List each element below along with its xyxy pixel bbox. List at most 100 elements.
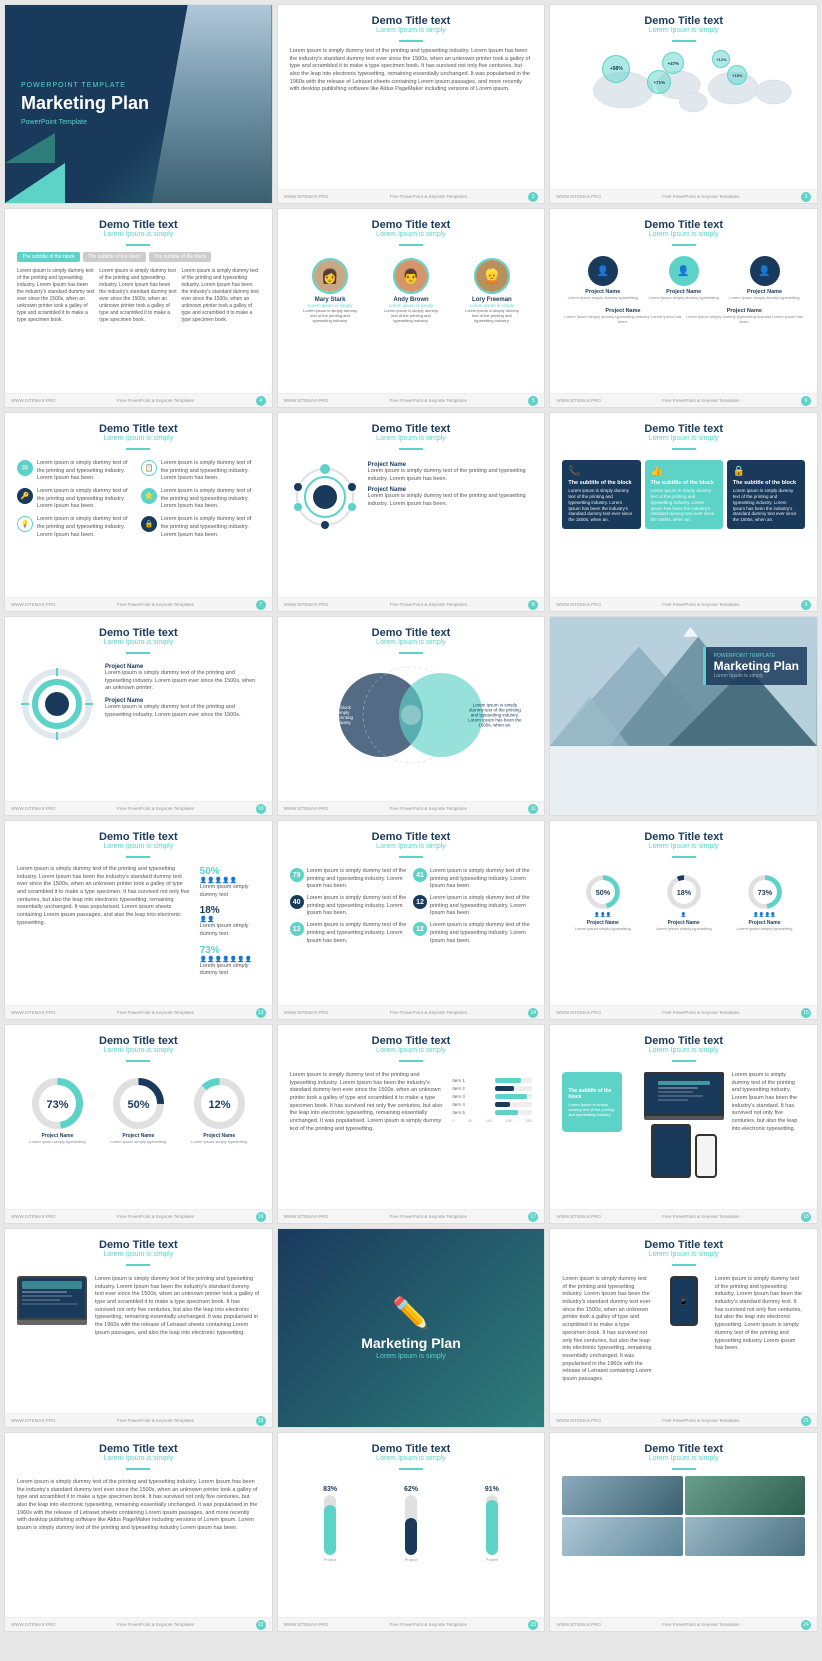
mountain-title: Marketing Plan: [714, 659, 799, 673]
slide-4-subtitle: Lorem Ipsum is simply: [17, 231, 260, 238]
donut-row: 50% 👤👤👤 Project Name Lorem ipsum simply …: [562, 872, 805, 931]
thermo-1: 83% Project: [323, 1486, 337, 1562]
devices: [644, 1072, 724, 1178]
phone-text-left: Lorem ipsum is simply dummy text of the …: [562, 1276, 652, 1384]
avatar-2: 👨: [393, 258, 429, 294]
img-cell-4: [685, 1517, 805, 1556]
slide-9-title: Demo Title text: [562, 423, 805, 435]
slide-15: Demo Title text Lorem Ipsum is simply 50…: [549, 820, 818, 1020]
num-item-5: 13 Lorem ipsum is simply dummy text of t…: [290, 922, 409, 945]
bar-text: Lorem ipsum is simply dummy text of the …: [290, 1072, 445, 1134]
donut-2: 18% 👤 Project Name Lorem ipsum simply ty…: [656, 872, 712, 931]
tab-2[interactable]: The subtitle of the block: [83, 252, 146, 262]
list-item-2: 📋 Lorem ipsum is simply dummy text of th…: [141, 460, 260, 483]
slide-2-title: Demo Title text: [290, 15, 533, 27]
phone-devices: 📱: [659, 1276, 709, 1384]
stat-row-2: 18% 👤👤 Lorem ipsum simply dummy text: [200, 905, 260, 938]
slide-16-title: Demo Title text: [17, 1035, 260, 1047]
slide-2: Demo Title text Lorem Ipsum is simply Lo…: [277, 4, 546, 204]
slide-21-footer: WWW.SITEMAX.PRO Free PowerPoint & Keynot…: [550, 1413, 817, 1427]
slide-4-footer: WWW.SITEMAX.PRO Free PowerPoint & Keynot…: [5, 393, 272, 407]
slide-16: Demo Title text Lorem Ipsum is simply 73…: [4, 1024, 273, 1224]
list-icon-4: ⭐: [141, 488, 157, 504]
circle-diagram-left: [290, 462, 360, 537]
stats-text: Lorem ipsum is simply dummy text of the …: [17, 866, 192, 978]
proj-member-4: Project Name Lorem ipsum simply dummy ty…: [562, 308, 683, 324]
diagram-text: Project Name Lorem ipsum is simply dummy…: [105, 664, 260, 749]
proj-avatar-1: 👤: [588, 256, 618, 286]
slide-7-subtitle: Lorem Ipsum is simply: [17, 435, 260, 442]
slide-24: Demo Title text Lorem Ipsum is simply WW…: [549, 1432, 818, 1632]
tab-1[interactable]: The subtitle of the block: [17, 252, 80, 262]
footer-website: WWW.SITEMAX.PRO: [556, 194, 601, 199]
slide-5: Demo Title text Lorem Ipsum is simply 👩 …: [277, 208, 546, 408]
slide-5-title: Demo Title text: [290, 219, 533, 231]
cards-row: 📞 The subtitle of the block Lorem ipsum …: [562, 460, 805, 529]
big-donut-2: 50% Project Name Lorem ipsum simply type…: [110, 1076, 166, 1144]
slide-16-footer: WWW.SITEMAX.PRO Free PowerPoint & Keynot…: [5, 1209, 272, 1223]
tab-content: Lorem ipsum is simply dummy text of the …: [17, 268, 260, 324]
slide-14: Demo Title text Lorem Ipsum is simply 79…: [277, 820, 546, 1020]
slide-19: Demo Title text Lorem Ipsum is simply: [4, 1228, 273, 1428]
slide-24-footer: WWW.SITEMAX.PRO Free PowerPoint & Keynot…: [550, 1617, 817, 1631]
slide-5-footer: WWW.SITEMAX.PRO Free PowerPoint & Keynot…: [278, 393, 545, 407]
slide-4-title: Demo Title text: [17, 219, 260, 231]
plan-sub: Lorem Ipsum is simply: [376, 1353, 446, 1360]
list-icon-3: 🔑: [17, 488, 33, 504]
slide-7: Demo Title text Lorem Ipsum is simply ✉ …: [4, 412, 273, 612]
slide-3: Demo Title text Lorem Ipsum is simply +9…: [549, 4, 818, 204]
slide-19-title: Demo Title text: [17, 1239, 260, 1251]
team-member-2: 👨 Andy Brown Lorem ipsum is simply Lorem…: [381, 258, 441, 324]
tab-col-2: Lorem ipsum is simply dummy text of the …: [99, 268, 177, 324]
big-donut-svg-1: 73%: [30, 1076, 85, 1131]
slide-9-footer: WWW.SITEMAX.PRO Free PowerPoint & Keynot…: [550, 597, 817, 611]
slide-20: ✏️ Marketing Plan Lorem Ipsum is simply: [277, 1228, 546, 1428]
stats-bars: 50% 👤👤👤👤👤 Lorem ipsum simply dummy text …: [200, 866, 260, 978]
svg-text:50%: 50%: [596, 888, 611, 897]
slide-8: Demo Title text Lorem Ipsum is simply: [277, 412, 546, 612]
list-item-6: 🔒 Lorem ipsum is simply dummy text of th…: [141, 516, 260, 539]
slide-22: Demo Title text Lorem Ipsum is simply Lo…: [4, 1432, 273, 1632]
slide-3-title: Demo Title text: [562, 15, 805, 27]
slide-2-footer: WWW.SITEMAX.PRO Free PowerPoint & Keynot…: [278, 189, 545, 203]
proj-avatar-2: 👤: [669, 256, 699, 286]
list-item-1: ✉ Lorem ipsum is simply dummy text of th…: [17, 460, 136, 483]
slide-11-title: Demo Title text: [290, 627, 533, 639]
tab-3[interactable]: The subtitle of the block: [149, 252, 212, 262]
slide-3-subtitle: Lorem Ipsum is simply: [562, 27, 805, 34]
laptop-screen: [17, 1276, 87, 1320]
venn-right-text: Lorem ipsum is simply dummy text of the …: [467, 703, 522, 728]
num-item-2: 41 Lorem ipsum is simply dummy text of t…: [413, 868, 532, 891]
process-circle-svg: [290, 462, 360, 532]
svg-text:73%: 73%: [757, 888, 772, 897]
bar-row-2: Item 2: [452, 1086, 532, 1091]
list-item-4: ⭐ Lorem ipsum is simply dummy text of th…: [141, 488, 260, 511]
list-icon-5: 💡: [17, 516, 33, 532]
slide-14-title: Demo Title text: [290, 831, 533, 843]
process-text: Project Name Lorem ipsum is simply dummy…: [368, 462, 533, 537]
radial-svg: [17, 664, 97, 744]
slide-23-footer: WWW.SITEMAX.PRO Free PowerPoint & Keynot…: [278, 1617, 545, 1631]
tab-col-1: Lorem ipsum is simply dummy text of the …: [17, 268, 95, 324]
donut-svg-1: 50%: [583, 872, 623, 912]
slide-18-footer: WWW.SITEMAX.PRO Free PowerPoint & Keynot…: [550, 1209, 817, 1223]
bar-row-5: Item 5: [452, 1110, 532, 1115]
proj-member-3: 👤 Project Name Lorem ipsum simply dummy …: [729, 256, 799, 300]
stat-row-3: 73% 👤👤👤👤👤👤👤 Lorem ipsum simply dummy tex…: [200, 945, 260, 978]
device-side-text: Lorem ipsum is simply dummy text of the …: [732, 1072, 805, 1134]
svg-text:50%: 50%: [127, 1099, 149, 1111]
slide-17-footer: WWW.SITEMAX.PRO Free PowerPoint & Keynot…: [278, 1209, 545, 1223]
list-icon-2: 📋: [141, 460, 157, 476]
donut-svg-3: 73%: [745, 872, 785, 912]
slide-18-subtitle: Lorem Ipsum is simply: [562, 1047, 805, 1054]
slide-17-subtitle: Lorem Ipsum is simply: [290, 1047, 533, 1054]
laptop-screen-svg: [19, 1278, 85, 1318]
slide-8-footer: WWW.SITEMAX.PRO Free PowerPoint & Keynot…: [278, 597, 545, 611]
slide-13-footer: WWW.SITEMAX.PRO Free PowerPoint & Keynot…: [5, 1005, 272, 1019]
list-icon-1: ✉: [17, 460, 33, 476]
slide-1: PowerPoint Template Marketing Plan Power…: [4, 4, 273, 204]
bar-row-1: Item 1: [452, 1078, 532, 1083]
plan-title: Marketing Plan: [361, 1335, 461, 1351]
big-donut-3: 12% Project Name Lorem ipsum simply type…: [191, 1076, 247, 1144]
slide-num: 2: [528, 192, 538, 202]
